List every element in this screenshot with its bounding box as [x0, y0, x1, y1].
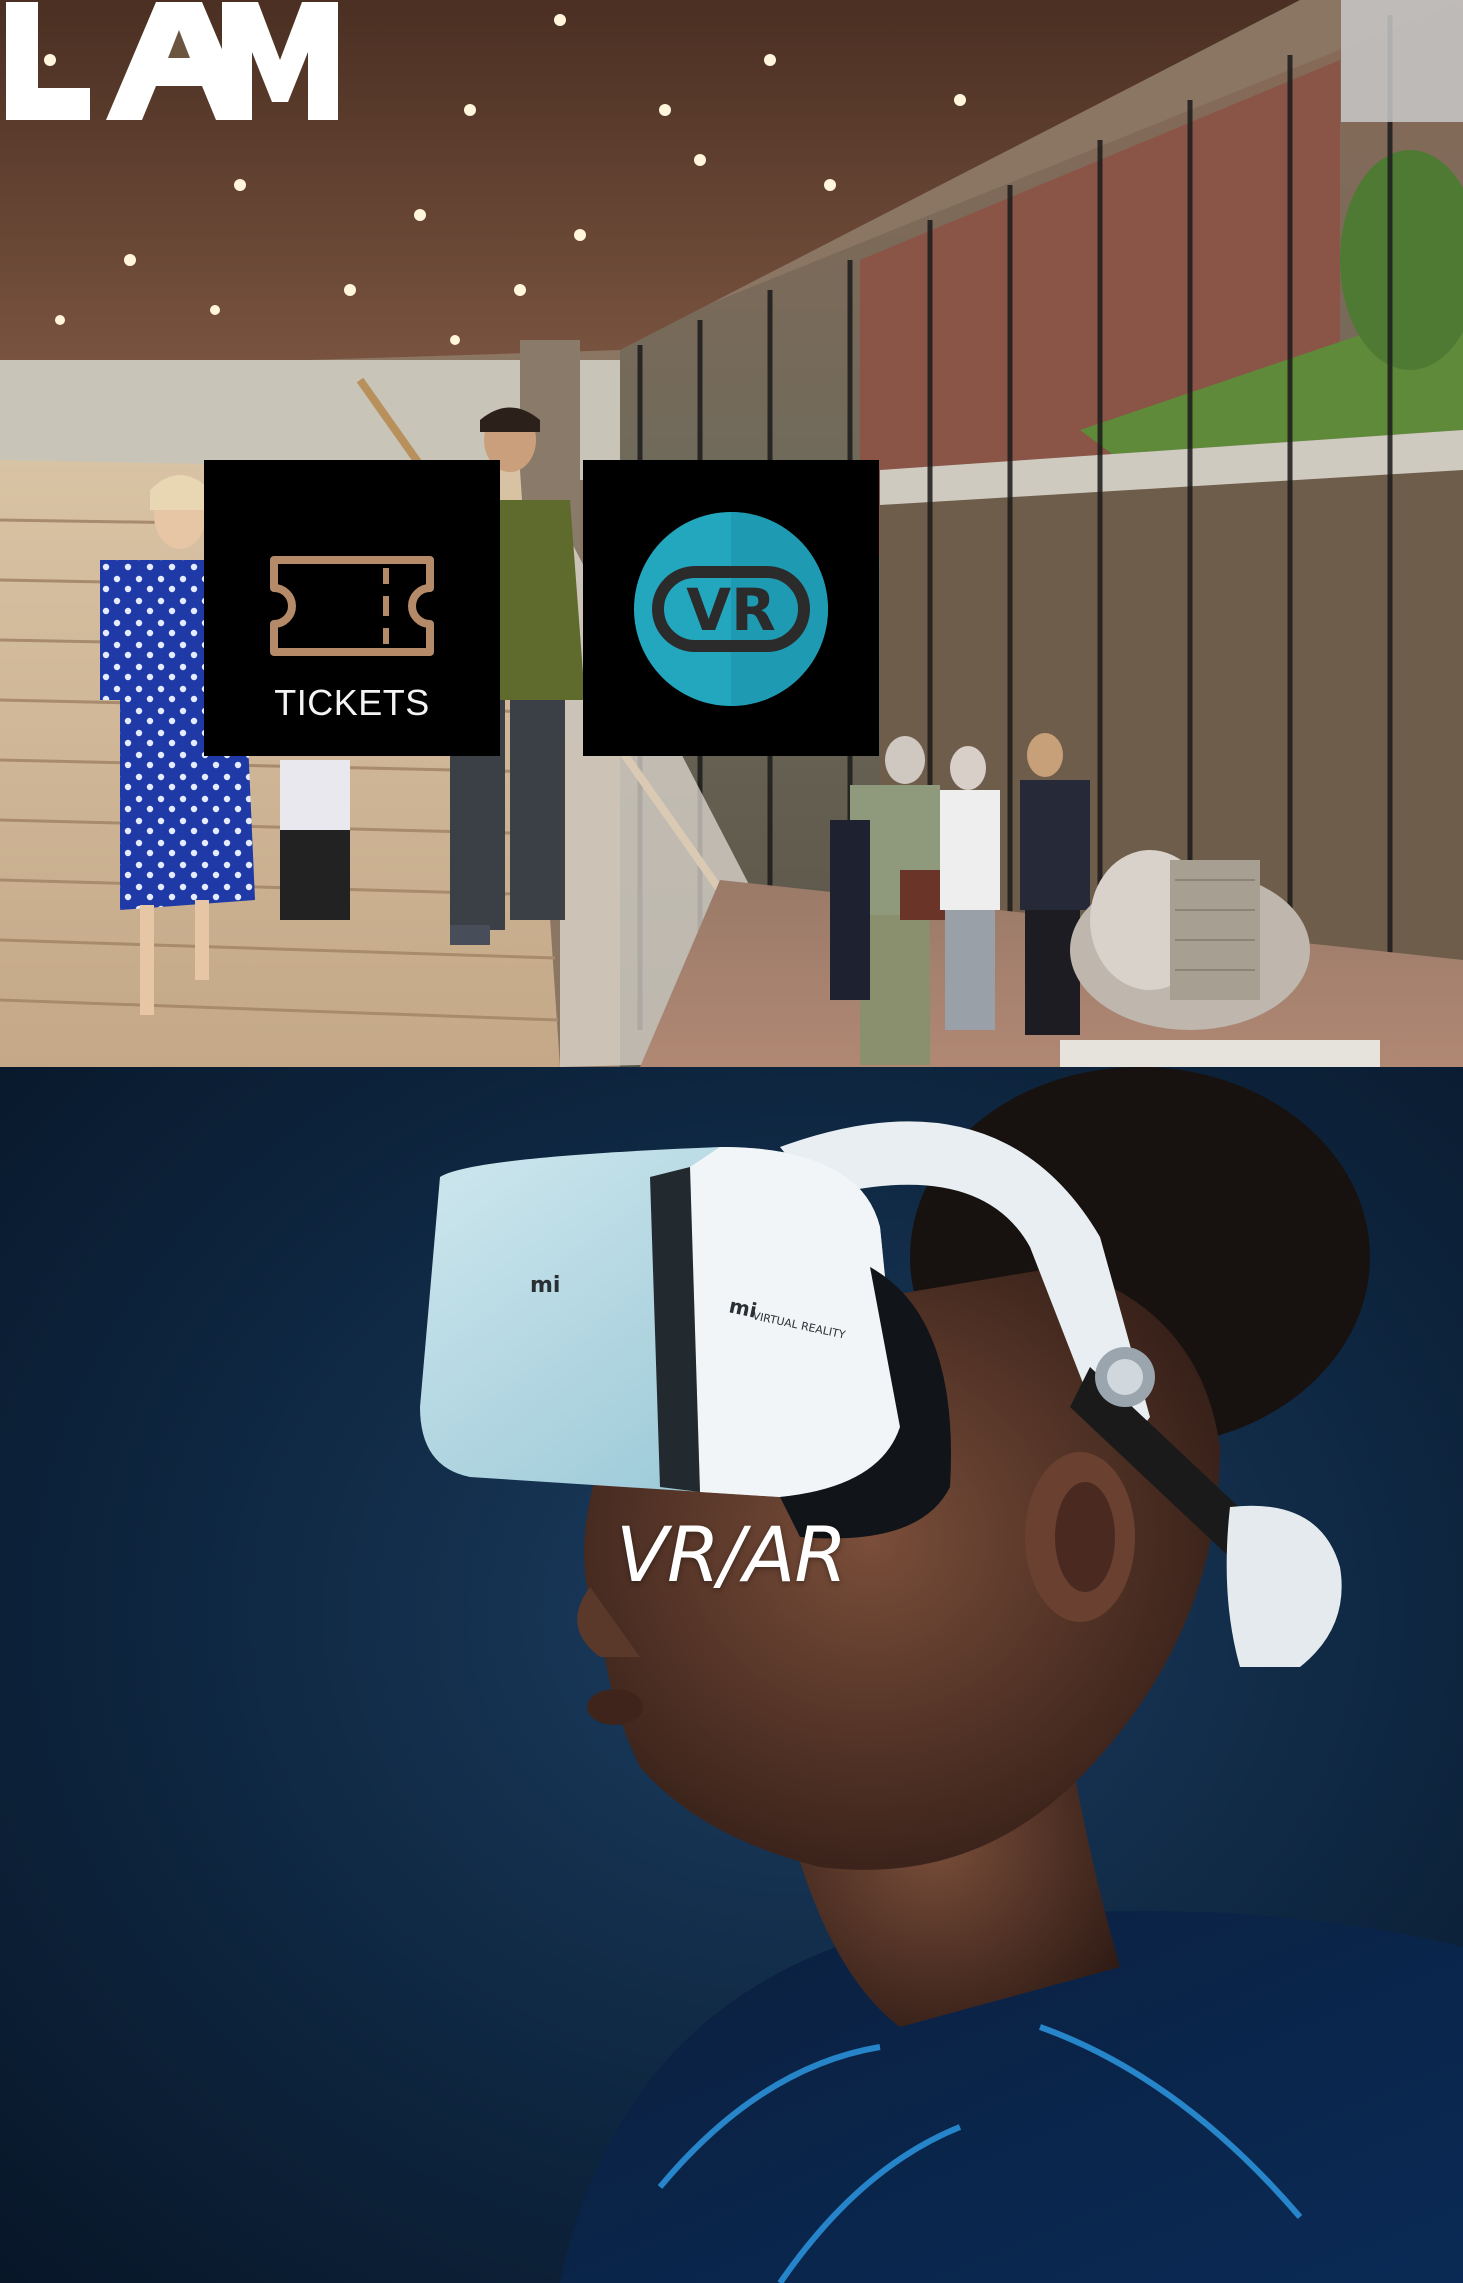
tickets-button[interactable]: TICKETS	[204, 460, 500, 756]
vr-ar-title: VR/AR	[616, 1510, 847, 1599]
lam-logo[interactable]	[6, 2, 338, 120]
tickets-label: TICKETS	[274, 682, 430, 723]
ticket-icon	[270, 556, 434, 656]
vr-button[interactable]: VR	[583, 460, 879, 756]
corner-panel	[1341, 0, 1463, 122]
vr-ar-section[interactable]: mi mi VIRTUAL REALITY VR/AR	[0, 1067, 1463, 2283]
vr-headset-photo: mi mi VIRTUAL REALITY	[420, 1067, 1463, 2283]
headset-brand-mark: mi	[530, 1273, 560, 1298]
vr-badge-text: VR	[686, 576, 776, 644]
vr-badge-icon: VR	[634, 512, 828, 706]
page: TICKETS VR mi mi VIRTUAL REALITY VR/AR	[0, 0, 1463, 2283]
hero-section: TICKETS VR	[0, 0, 1463, 1067]
